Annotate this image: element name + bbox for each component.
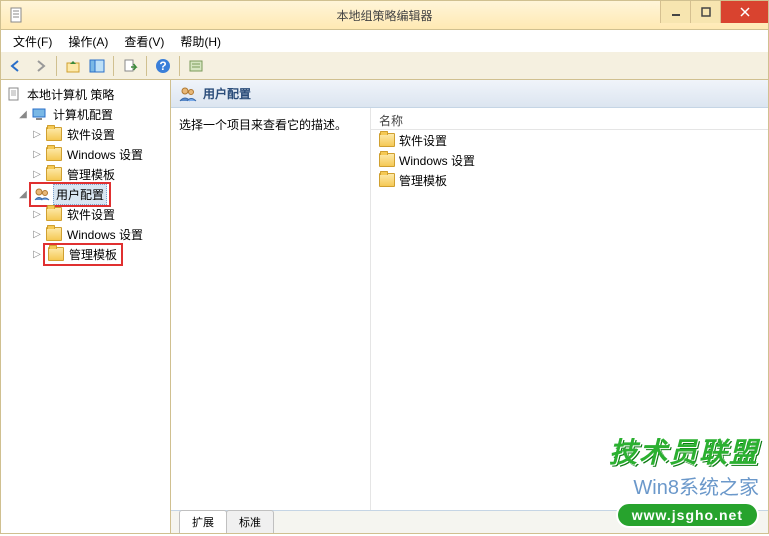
filter-button[interactable] xyxy=(185,55,207,77)
close-button[interactable] xyxy=(720,1,768,23)
user-icon xyxy=(34,186,50,202)
menu-action[interactable]: 操作(A) xyxy=(60,31,116,52)
list-item-label: 软件设置 xyxy=(399,132,447,149)
tree-computer-config[interactable]: ◢ 计算机配置 xyxy=(3,104,168,124)
tree-root[interactable]: 本地计算机 策略 xyxy=(3,84,168,104)
tree-user-admin[interactable]: ▷ 管理模板 xyxy=(3,244,168,264)
content-area: 本地计算机 策略 ◢ 计算机配置 ▷ 软件设置 ▷ Windows 设置 ▷ 管… xyxy=(0,80,769,534)
toolbar: ? xyxy=(0,52,769,80)
list-item[interactable]: Windows 设置 xyxy=(371,150,768,170)
folder-icon xyxy=(379,173,395,187)
menu-file[interactable]: 文件(F) xyxy=(5,31,60,52)
tree-label: 计算机配置 xyxy=(51,105,115,124)
folder-icon xyxy=(46,227,62,241)
tree-windows-settings[interactable]: ▷ Windows 设置 xyxy=(3,144,168,164)
user-icon xyxy=(179,86,197,102)
separator xyxy=(146,56,147,76)
tree-label: 用户配置 xyxy=(53,184,107,205)
panel-body: 选择一个项目来查看它的描述。 名称 软件设置 Windows 设置 管理模板 xyxy=(171,108,768,511)
folder-icon xyxy=(48,247,64,261)
description-pane: 选择一个项目来查看它的描述。 xyxy=(171,108,371,510)
expander-icon[interactable]: ▷ xyxy=(31,249,43,260)
panel-header: 用户配置 xyxy=(171,80,768,108)
back-button[interactable] xyxy=(5,55,27,77)
tree-label: 管理模板 xyxy=(67,245,119,264)
tree-label: 软件设置 xyxy=(65,205,117,224)
folder-icon xyxy=(379,153,395,167)
show-hide-tree-button[interactable] xyxy=(86,55,108,77)
folder-icon xyxy=(46,167,62,181)
list-item-label: Windows 设置 xyxy=(399,152,475,169)
separator xyxy=(179,56,180,76)
computer-icon xyxy=(32,106,48,122)
tab-bar: 扩展 标准 xyxy=(171,511,768,533)
list-item[interactable]: 管理模板 xyxy=(371,170,768,190)
tree-label: Windows 设置 xyxy=(65,145,145,164)
folder-icon xyxy=(379,133,395,147)
titlebar: 本地组策略编辑器 xyxy=(0,0,769,30)
panel-heading-text: 用户配置 xyxy=(203,85,251,102)
details-panel: 用户配置 选择一个项目来查看它的描述。 名称 软件设置 Windows 设置 管… xyxy=(171,80,768,533)
tree-label: 软件设置 xyxy=(65,125,117,144)
window-controls xyxy=(660,1,768,23)
expander-icon[interactable]: ◢ xyxy=(17,109,29,120)
document-icon xyxy=(6,86,22,102)
list-item[interactable]: 软件设置 xyxy=(371,130,768,150)
up-button[interactable] xyxy=(62,55,84,77)
expander-icon[interactable]: ▷ xyxy=(31,209,43,220)
tree-user-software[interactable]: ▷ 软件设置 xyxy=(3,204,168,224)
list-item-label: 管理模板 xyxy=(399,172,447,189)
list-pane: 名称 软件设置 Windows 设置 管理模板 xyxy=(371,108,768,510)
menubar: 文件(F) 操作(A) 查看(V) 帮助(H) xyxy=(0,30,769,52)
tree-root-label: 本地计算机 策略 xyxy=(25,85,116,104)
tree-label: Windows 设置 xyxy=(65,225,145,244)
minimize-button[interactable] xyxy=(660,1,690,23)
tree-user-windows[interactable]: ▷ Windows 设置 xyxy=(3,224,168,244)
tree-user-config[interactable]: ◢ 用户配置 xyxy=(3,184,168,204)
menu-help[interactable]: 帮助(H) xyxy=(172,31,229,52)
tab-standard[interactable]: 标准 xyxy=(226,510,274,533)
help-button[interactable]: ? xyxy=(152,55,174,77)
export-button[interactable] xyxy=(119,55,141,77)
expander-icon[interactable]: ◢ xyxy=(17,189,29,200)
column-header-name[interactable]: 名称 xyxy=(371,108,768,130)
maximize-button[interactable] xyxy=(690,1,720,23)
tree-software-settings[interactable]: ▷ 软件设置 xyxy=(3,124,168,144)
expander-icon[interactable]: ▷ xyxy=(31,229,43,240)
folder-icon xyxy=(46,127,62,141)
separator xyxy=(56,56,57,76)
expander-icon[interactable]: ▷ xyxy=(31,169,43,180)
separator xyxy=(113,56,114,76)
menu-view[interactable]: 查看(V) xyxy=(116,31,172,52)
description-text: 选择一个项目来查看它的描述。 xyxy=(179,118,347,132)
expander-icon[interactable]: ▷ xyxy=(31,149,43,160)
app-icon xyxy=(9,7,25,23)
tab-extended[interactable]: 扩展 xyxy=(179,510,227,533)
window-title: 本地组策略编辑器 xyxy=(336,7,432,24)
expander-icon[interactable]: ▷ xyxy=(31,129,43,140)
folder-icon xyxy=(46,147,62,161)
svg-text:?: ? xyxy=(159,59,166,73)
forward-button[interactable] xyxy=(29,55,51,77)
folder-icon xyxy=(46,207,62,221)
tree-panel: 本地计算机 策略 ◢ 计算机配置 ▷ 软件设置 ▷ Windows 设置 ▷ 管… xyxy=(1,80,171,533)
